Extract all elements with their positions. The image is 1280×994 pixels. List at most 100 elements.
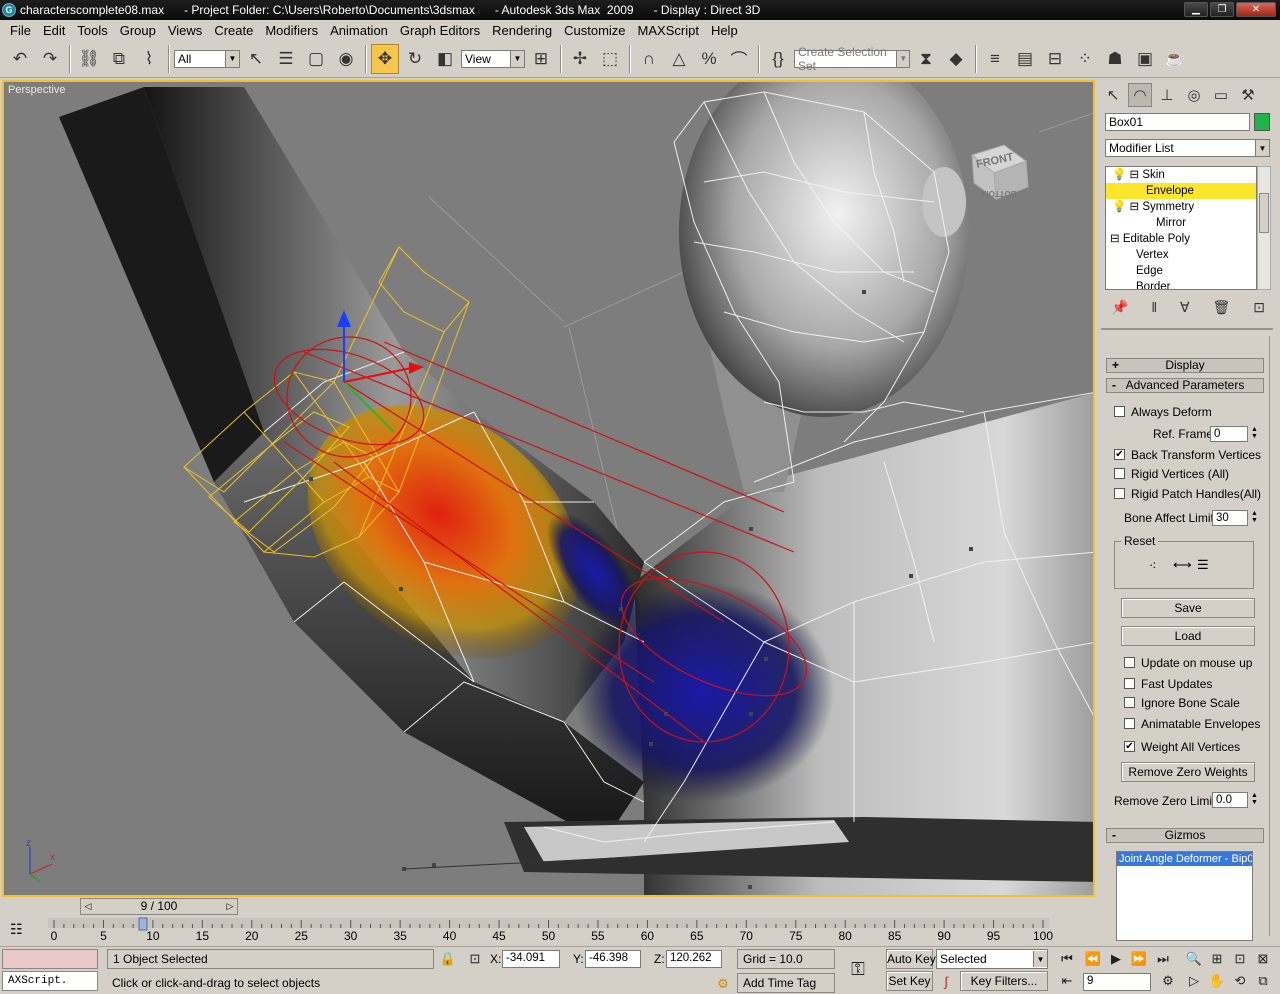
create-tab-icon[interactable]: ↖ (1101, 83, 1125, 107)
render-setup-icon[interactable]: ☗ (1101, 44, 1129, 74)
utilities-tab-icon[interactable]: ⚒ (1236, 83, 1260, 107)
menu-tools[interactable]: Tools (71, 23, 113, 38)
menu-file[interactable]: File (4, 23, 37, 38)
orbit-icon[interactable]: ⟲ (1230, 971, 1250, 991)
curve-editor-icon[interactable]: ▤ (1011, 44, 1039, 74)
track-bar[interactable]: ☷ 0 5 10 15 20 25 30 35 40 45 50 55 60 65 70 75 80 85 90 95… (0, 916, 1095, 946)
modifier-stack-scrollbar[interactable] (1257, 166, 1271, 290)
fast-updates-checkbox[interactable] (1124, 678, 1135, 689)
rigid-patch-handles-checkbox[interactable] (1114, 488, 1125, 499)
select-link-icon[interactable]: ⛓ (75, 44, 103, 74)
align-icon[interactable]: ◆ (942, 44, 970, 74)
menu-maxscript[interactable]: MAXScript (632, 23, 705, 38)
stack-item-skin[interactable]: 💡 ⊟ Skin (1106, 167, 1256, 183)
configure-sets-icon[interactable]: ⊡ (1253, 299, 1265, 316)
menu-views[interactable]: Views (162, 23, 208, 38)
stack-item-mirror[interactable]: Mirror (1106, 215, 1256, 231)
chevron-right-icon[interactable]: ▷ (223, 899, 237, 914)
rendered-frame-window-icon[interactable]: ▣ (1131, 44, 1159, 74)
weight-all-vertices-checkbox[interactable]: ✔ (1124, 741, 1135, 752)
perspective-viewport[interactable]: Perspective FRONT BOTTOM z x (2, 80, 1095, 897)
back-transform-vertices-checkbox[interactable]: ✔ (1114, 449, 1125, 460)
window-crossing-icon[interactable]: ◉ (332, 44, 360, 74)
reset-all-icon[interactable]: ☰ (1197, 557, 1209, 573)
always-deform-checkbox[interactable] (1114, 406, 1125, 417)
select-rotate-icon[interactable]: ↻ (401, 44, 429, 74)
bone-affect-limit-spinner[interactable]: ▲ ▼ (1250, 510, 1259, 526)
select-move-icon[interactable]: ✥ (371, 43, 399, 74)
gizmos-rollout[interactable]: - Gizmos (1106, 828, 1264, 843)
select-scale-icon[interactable]: ◧ (431, 44, 459, 74)
modify-tab-icon[interactable]: ◠ (1128, 83, 1152, 107)
schematic-view-icon[interactable]: ⊟ (1041, 44, 1069, 74)
undo-icon[interactable]: ↶ (6, 44, 34, 74)
command-panel-scrollbar[interactable] (1269, 336, 1277, 936)
redo-icon[interactable]: ↷ (36, 44, 64, 74)
menu-create[interactable]: Create (208, 23, 259, 38)
pan-view-icon[interactable]: ✋ (1207, 971, 1227, 991)
chevron-left-icon[interactable]: ◁ (81, 899, 95, 914)
time-slider[interactable]: ◁ 9 / 100 ▷ (80, 898, 238, 915)
zoom-all-icon[interactable]: ⊞ (1207, 949, 1227, 969)
stack-item-border[interactable]: Border (1106, 279, 1256, 289)
zoom-extents-all-icon[interactable]: ⊠ (1253, 949, 1273, 969)
menu-graph-editors[interactable]: Graph Editors (394, 23, 486, 38)
select-by-name-icon[interactable]: ☰ (272, 44, 300, 74)
go-to-start-icon[interactable]: ⏮ (1057, 949, 1077, 969)
add-time-tag[interactable]: Add Time Tag (737, 973, 835, 993)
absolute-mode-transform-icon[interactable]: ⊡ (465, 949, 485, 969)
remove-zero-limit-input[interactable]: 0.0 (1212, 792, 1248, 808)
bone-affect-limit-input[interactable]: 30 (1212, 510, 1248, 526)
close-button[interactable]: ✕ (1236, 2, 1276, 17)
reset-vertices-icon[interactable]: ⁖ (1149, 558, 1157, 574)
stack-item-edge[interactable]: Edge (1106, 263, 1256, 279)
menu-help[interactable]: Help (705, 23, 744, 38)
reference-coordinate-dropdown[interactable]: View ▼ (461, 49, 525, 68)
menu-customize[interactable]: Customize (558, 23, 631, 38)
maxscript-mini-listener[interactable]: AXScript. (2, 971, 98, 991)
z-coordinate-input[interactable]: 120.262 (666, 950, 722, 968)
remove-zero-weights-button[interactable]: Remove Zero Weights (1121, 762, 1255, 782)
motion-tab-icon[interactable]: ◎ (1182, 83, 1206, 107)
object-name-field[interactable]: Box01 (1105, 113, 1250, 131)
animatable-envelopes-checkbox[interactable] (1124, 718, 1135, 729)
snaps-toggle-icon[interactable]: ∩ (635, 44, 663, 74)
y-coordinate-input[interactable]: -46.398 (585, 950, 641, 968)
current-frame-input[interactable]: 9 (1083, 973, 1151, 991)
update-on-mouse-up-checkbox[interactable] (1124, 657, 1135, 668)
stack-item-editable-poly[interactable]: ⊟ Editable Poly (1106, 231, 1256, 247)
remove-zero-limit-spinner[interactable]: ▲ ▼ (1250, 792, 1259, 808)
quick-render-icon[interactable]: ☕ (1161, 44, 1189, 74)
unlink-icon[interactable]: ⧉ (105, 44, 133, 74)
select-manipulate-icon[interactable]: ✢ (566, 44, 594, 74)
mirror-icon[interactable]: ⧗ (912, 44, 940, 74)
gizmo-list-item[interactable]: Joint Angle Deformer - Bip01 (1117, 852, 1252, 866)
ignore-bone-scale-checkbox[interactable] (1124, 697, 1135, 708)
modifier-list-dropdown[interactable]: Modifier List ▼ (1105, 139, 1270, 157)
display-tab-icon[interactable]: ▭ (1209, 83, 1233, 107)
rigid-vertices-checkbox[interactable] (1114, 468, 1125, 479)
menu-modifiers[interactable]: Modifiers (259, 23, 324, 38)
pivot-center-icon[interactable]: ⊞ (527, 44, 555, 74)
maxscript-listener-pink[interactable] (2, 949, 98, 969)
object-color-swatch[interactable] (1254, 113, 1270, 131)
load-button[interactable]: Load (1121, 626, 1255, 646)
viewport-label[interactable]: Perspective (8, 84, 65, 96)
stack-item-symmetry[interactable]: 💡 ⊟ Symmetry (1106, 199, 1256, 215)
ref-frame-spinner[interactable]: ▲ ▼ (1250, 426, 1259, 442)
set-keys-key-icon[interactable]: ⚿ (848, 959, 868, 979)
zoom-extents-icon[interactable]: ⊡ (1230, 949, 1250, 969)
menu-edit[interactable]: Edit (37, 23, 71, 38)
play-icon[interactable]: ▶ (1106, 949, 1126, 969)
rectangular-selection-icon[interactable]: ▢ (302, 44, 330, 74)
viewcube[interactable]: FRONT BOTTOM (964, 137, 1034, 207)
x-coordinate-input[interactable]: -34.091 (502, 950, 560, 968)
menu-group[interactable]: Group (114, 23, 162, 38)
material-editor-icon[interactable]: ⁘ (1071, 44, 1099, 74)
edit-named-selection-icon[interactable]: {} (764, 44, 792, 74)
bind-space-warp-icon[interactable]: ⌇ (135, 44, 163, 74)
go-to-end-icon[interactable]: ⏭ (1153, 949, 1173, 969)
selection-filter-dropdown[interactable]: All ▼ (174, 49, 240, 68)
set-key-button[interactable]: Set Key (886, 971, 933, 991)
make-unique-icon[interactable]: ∀ (1180, 299, 1190, 316)
